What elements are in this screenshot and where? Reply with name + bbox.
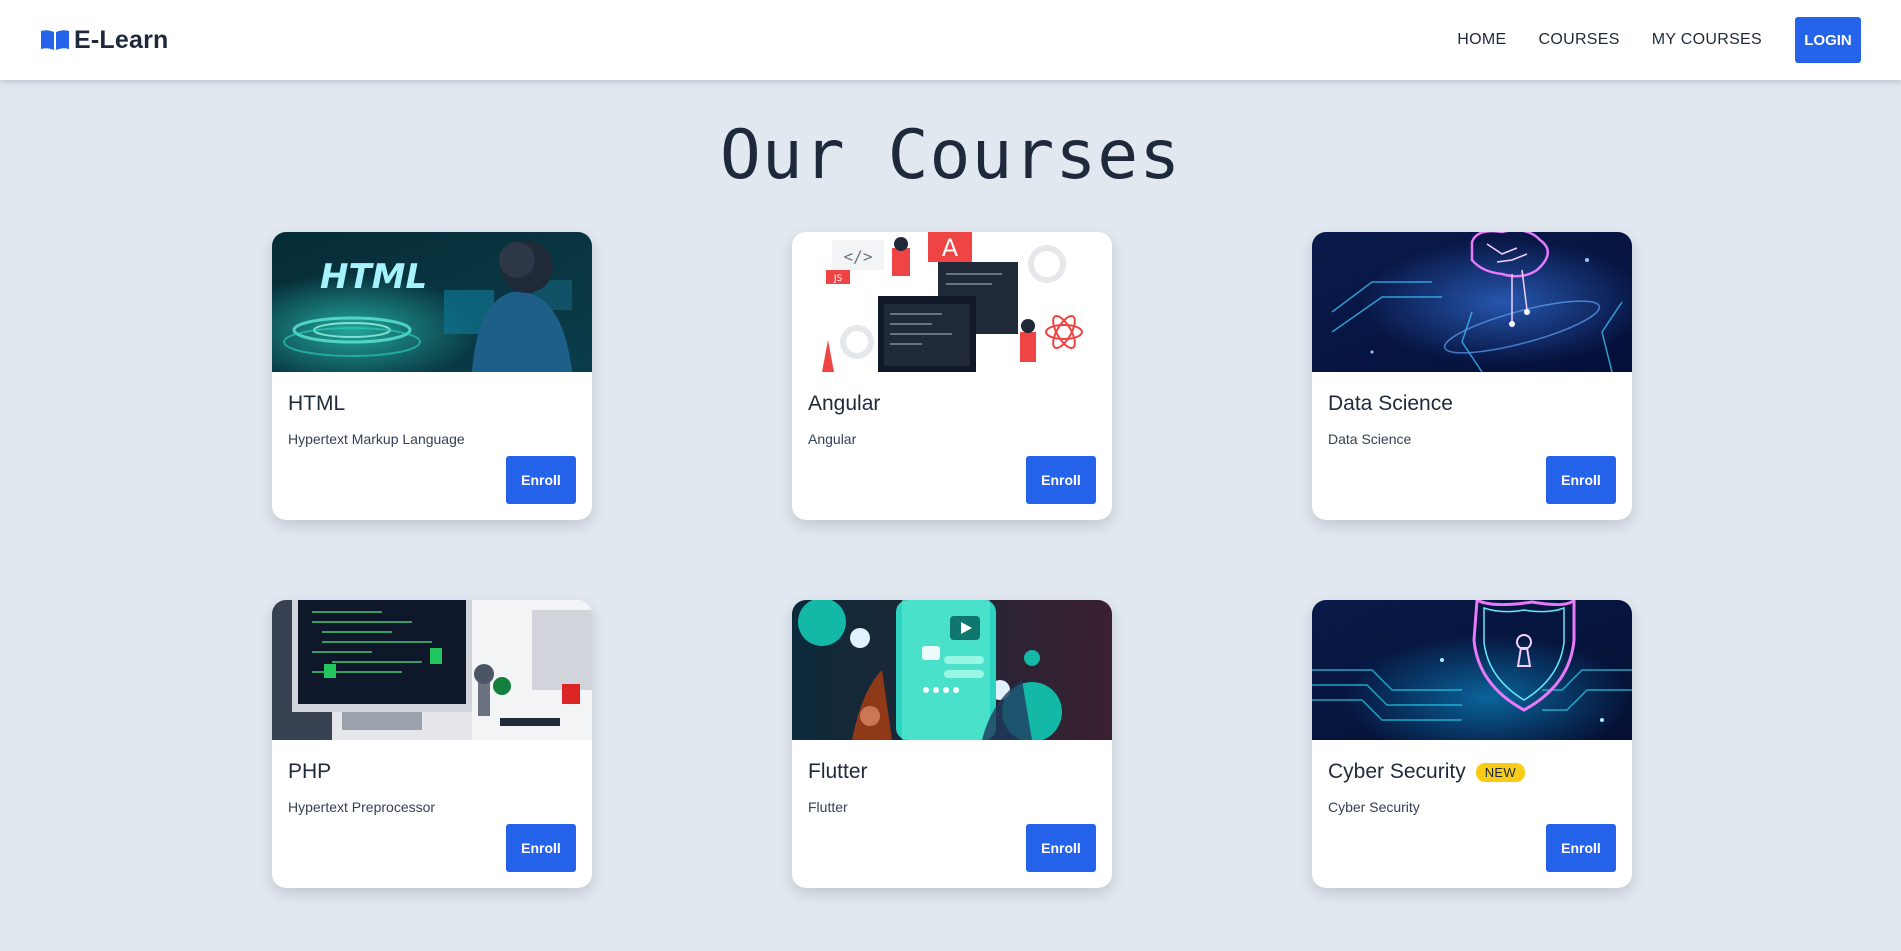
enroll-button[interactable]: Enroll — [506, 456, 576, 504]
html-overlay-text: HTML — [320, 257, 427, 297]
nav-my-courses-link[interactable]: MY COURSES — [1652, 31, 1762, 49]
course-card-cyber-security: Cyber Security NEW Cyber Security Enroll — [1312, 600, 1632, 888]
course-title: PHP — [288, 760, 331, 784]
course-title: Cyber Security NEW — [1328, 760, 1525, 784]
open-book-icon — [41, 30, 69, 50]
course-title: Angular — [808, 392, 880, 416]
html-course-image: HTML — [272, 232, 592, 372]
course-card-data-science: Data Science Data Science Enroll — [1312, 232, 1632, 520]
brand-name: E-Learn — [74, 25, 169, 54]
brand-logo[interactable]: E-Learn — [40, 26, 168, 55]
main-nav: HOME COURSES MY COURSES LOGIN — [1425, 17, 1861, 63]
course-description: Cyber Security — [1328, 799, 1420, 815]
angular-course-image: </> JS A — [792, 232, 1112, 372]
page-title: Our Courses — [719, 116, 1182, 195]
course-description: Data Science — [1328, 431, 1412, 447]
course-card-html: HTML HTML Hypertext Markup Language Enro… — [272, 232, 592, 520]
enroll-button[interactable]: Enroll — [1026, 824, 1096, 872]
course-title-text: Flutter — [808, 760, 868, 783]
course-description: Angular — [808, 431, 857, 447]
course-title: Data Science — [1328, 392, 1453, 416]
top-navbar: E-Learn HOME COURSES MY COURSES LOGIN — [0, 0, 1901, 80]
course-title-text: Angular — [808, 392, 881, 415]
course-card-flutter: Flutter Flutter Enroll — [792, 600, 1112, 888]
course-card-php: PHP Hypertext Preprocessor Enroll — [272, 600, 592, 888]
course-description: Flutter — [808, 799, 848, 815]
course-title-text: Cyber Security — [1328, 760, 1466, 783]
course-title-text: Data Science — [1328, 392, 1453, 415]
nav-home-link[interactable]: HOME — [1457, 31, 1506, 49]
php-course-image — [272, 600, 592, 740]
course-title: HTML — [288, 392, 345, 416]
course-card-angular: </> JS A Angular Angular Enroll — [792, 232, 1112, 520]
course-description: Hypertext Preprocessor — [288, 799, 436, 815]
nav-courses-link[interactable]: COURSES — [1538, 31, 1619, 49]
course-title-text: HTML — [288, 392, 346, 415]
enroll-button[interactable]: Enroll — [1026, 456, 1096, 504]
course-description: Hypertext Markup Language — [288, 431, 465, 447]
course-title-text: PHP — [288, 760, 332, 783]
new-badge: NEW — [1475, 762, 1525, 782]
code-tag-text: </> — [844, 247, 873, 266]
enroll-button[interactable]: Enroll — [1546, 456, 1616, 504]
cyber-security-course-image — [1312, 600, 1632, 740]
login-button[interactable]: LOGIN — [1795, 17, 1861, 63]
angular-logo-text: A — [942, 234, 959, 262]
js-tag-text: JS — [833, 274, 843, 284]
course-title: Flutter — [808, 760, 868, 784]
enroll-button[interactable]: Enroll — [1546, 824, 1616, 872]
enroll-button[interactable]: Enroll — [506, 824, 576, 872]
data-science-course-image — [1312, 232, 1632, 372]
flutter-course-image — [792, 600, 1112, 740]
